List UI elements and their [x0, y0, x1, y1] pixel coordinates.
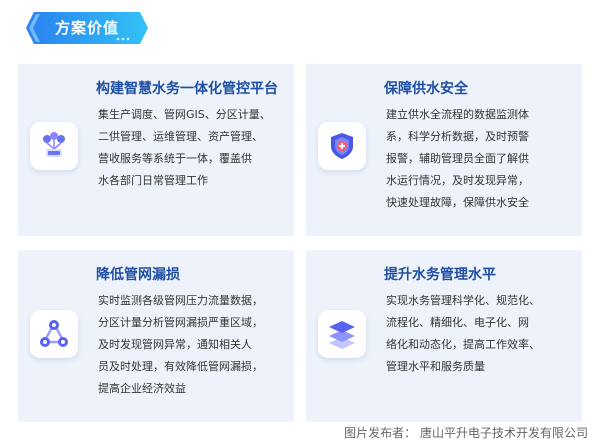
desc-line: 分区计量分析管网漏损严重区域，: [98, 316, 263, 329]
desc-line: 管理水平和服务质量: [386, 360, 485, 373]
desc-line: 快速处理故障，保障供水安全: [386, 196, 529, 209]
desc-line: 络化和动态化，提高工作效率、: [386, 338, 540, 351]
desc-line: 系，科学分析数据，及时预警: [386, 130, 529, 143]
card-title: 保障供水安全: [384, 81, 468, 97]
card-description: 集生产调度、管网GIS、分区计量、 二供管理、运维管理、资产管理、 营收服务等系…: [98, 104, 286, 192]
image-publisher-credit: 图片发布者： 唐山平升电子技术开发有限公司: [344, 426, 588, 440]
card-title: 提升水务管理水平: [384, 267, 496, 283]
value-card-platform: 构建智慧水务一体化管控平台 集生产调度、管网GIS、分区计量、 二供管理、运维管…: [18, 64, 294, 236]
card-description: 建立供水全流程的数据监测体 系，科学分析数据，及时预警 报警，辅助管理员全面了解…: [386, 104, 574, 214]
desc-line: 集生产调度、管网GIS、分区计量、: [98, 108, 271, 121]
layers-icon: [318, 310, 366, 358]
desc-line: 水各部门日常管理工作: [98, 174, 208, 187]
desc-line: 二供管理、运维管理、资产管理、: [98, 130, 263, 143]
section-header-badge: 方案价值: [26, 12, 148, 44]
desc-line: 流程化、精细化、电子化、网: [386, 316, 529, 329]
desc-line: 员及时处理，有效降低管网漏损，: [98, 360, 263, 373]
card-description: 实现水务管理科学化、规范化、 流程化、精细化、电子化、网 络化和动态化，提高工作…: [386, 290, 574, 378]
desc-line: 建立供水全流程的数据监测体: [386, 108, 529, 121]
value-card-management: 提升水务管理水平 实现水务管理科学化、规范化、 流程化、精细化、电子化、网 络化…: [306, 250, 582, 422]
section-title: 方案价值: [54, 19, 119, 37]
card-description: 实时监测各级管网压力流量数据， 分区计量分析管网漏损严重区域， 及时发现管网异常…: [98, 290, 286, 400]
desc-line: 水运行情况，及时发现异常，: [386, 174, 529, 187]
server-cluster-icon: [30, 122, 78, 170]
desc-line: 营收服务等系统于一体，覆盖供: [98, 152, 252, 165]
desc-line: 实现水务管理科学化、规范化、: [386, 294, 540, 307]
desc-line: 实时监测各级管网压力流量数据，: [98, 294, 263, 307]
card-title: 构建智慧水务一体化管控平台: [96, 81, 278, 97]
desc-line: 提高企业经济效益: [98, 382, 186, 395]
desc-line: 报警，辅助管理员全面了解供: [386, 152, 529, 165]
value-card-safety: 保障供水安全 建立供水全流程的数据监测体 系，科学分析数据，及时预警 报警，辅助…: [306, 64, 582, 236]
shield-icon: [318, 122, 366, 170]
desc-line: 及时发现管网异常，通知相关人: [98, 338, 252, 351]
value-card-leakage: 降低管网漏损 实时监测各级管网压力流量数据， 分区计量分析管网漏损严重区域， 及…: [18, 250, 294, 422]
network-nodes-icon: [30, 310, 78, 358]
card-title: 降低管网漏损: [96, 267, 180, 283]
